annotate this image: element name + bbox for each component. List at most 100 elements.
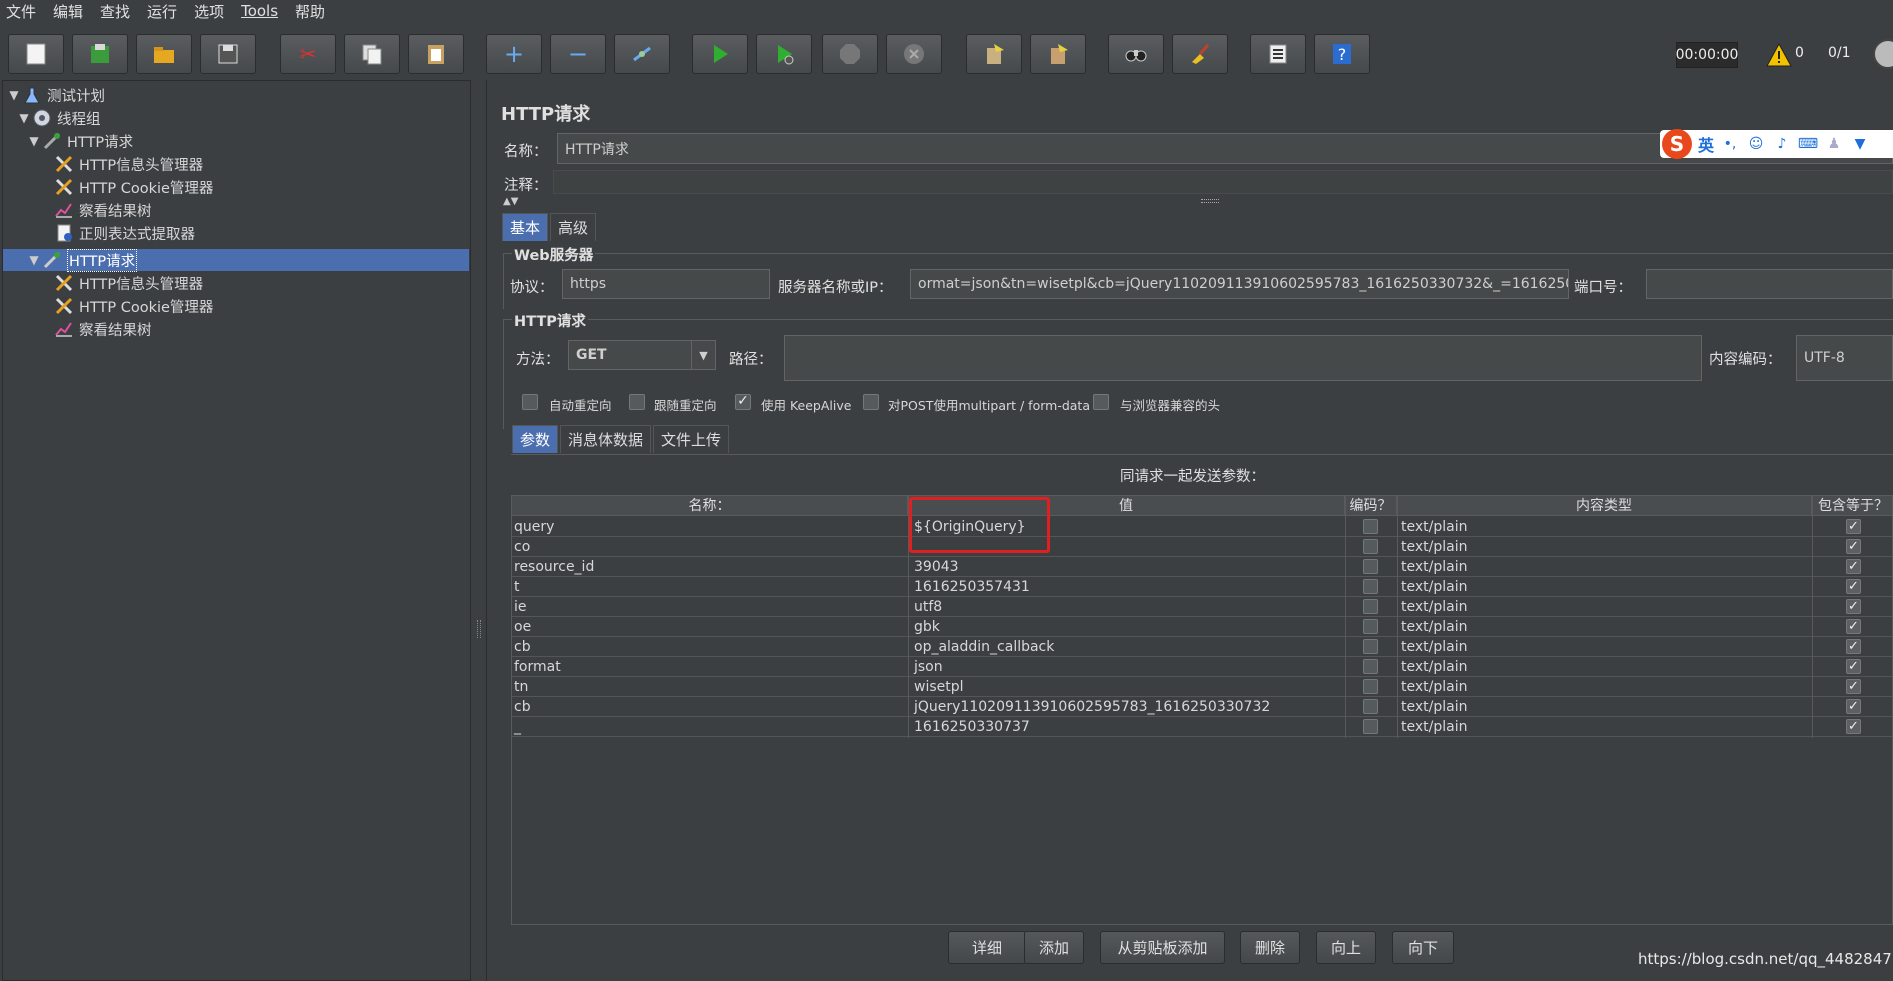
add-button[interactable]: 添加 (1024, 931, 1084, 964)
table-row[interactable]: resource_id 39043 text/plain ✓ (512, 557, 1892, 577)
param-name[interactable]: tn (512, 677, 908, 697)
column-name[interactable]: 名称： (512, 496, 908, 516)
include-equals-checkbox[interactable]: ✓ (1846, 539, 1861, 554)
param-content-type[interactable]: text/plain (1399, 577, 1809, 597)
include-equals-checkbox[interactable]: ✓ (1846, 619, 1861, 634)
keepalive-checkbox[interactable]: ✓ (735, 394, 751, 410)
collapse-all-button[interactable]: − (550, 34, 606, 74)
keyboard-icon[interactable]: ⌨ (1798, 135, 1818, 153)
browser-headers-checkbox[interactable] (1093, 394, 1109, 410)
move-up-button[interactable]: 向上 (1316, 931, 1376, 964)
tree-node-results-tree[interactable]: 察看结果树 (53, 318, 152, 340)
include-equals-checkbox[interactable]: ✓ (1846, 639, 1861, 654)
paste-button[interactable] (408, 34, 464, 74)
param-content-type[interactable]: text/plain (1399, 717, 1809, 737)
table-row[interactable]: format json text/plain ✓ (512, 657, 1892, 677)
param-name[interactable]: query (512, 517, 908, 537)
param-name[interactable]: ie (512, 597, 908, 617)
param-value[interactable]: wisetpl (912, 677, 1342, 697)
param-name[interactable]: format (512, 657, 908, 677)
toggle-button[interactable] (614, 34, 670, 74)
column-encode[interactable]: 编码？ (1345, 496, 1397, 516)
menu-tools[interactable]: Tools (241, 2, 278, 20)
param-value[interactable]: op_aladdin_callback (912, 637, 1342, 657)
encode-checkbox[interactable] (1363, 699, 1378, 714)
param-value[interactable]: json (912, 657, 1342, 677)
param-value[interactable]: 39043 (912, 557, 1342, 577)
move-down-button[interactable]: 向下 (1392, 931, 1454, 964)
tab-basic[interactable]: 基本 (502, 213, 549, 241)
tree-node-regex-extractor[interactable]: 正则表达式提取器 (53, 222, 195, 244)
encode-checkbox[interactable] (1363, 539, 1378, 554)
param-content-type[interactable]: text/plain (1399, 557, 1809, 577)
encode-checkbox[interactable] (1363, 659, 1378, 674)
param-value[interactable]: utf8 (912, 597, 1342, 617)
function-helper-button[interactable] (1250, 34, 1306, 74)
table-row[interactable]: cb op_aladdin_callback text/plain ✓ (512, 637, 1892, 657)
user-icon[interactable]: ♟ (1824, 135, 1844, 153)
path-input[interactable] (784, 335, 1702, 381)
clear-all-button[interactable] (1030, 34, 1086, 74)
warning-icon[interactable] (1766, 42, 1792, 68)
table-row[interactable]: co text/plain ✓ (512, 537, 1892, 557)
expand-toggle-icon[interactable]: ▼ (17, 111, 31, 125)
param-value[interactable]: jQuery110209113910602595783_161625033073… (912, 697, 1342, 717)
help-button[interactable]: ? (1314, 34, 1370, 74)
auto-redirect-checkbox[interactable] (522, 394, 538, 410)
follow-redirect-checkbox[interactable] (629, 394, 645, 410)
encode-checkbox[interactable] (1363, 619, 1378, 634)
detail-button[interactable]: 详细 (948, 931, 1026, 964)
tree-node-results-tree[interactable]: 察看结果树 (53, 199, 152, 221)
include-equals-checkbox[interactable]: ✓ (1846, 559, 1861, 574)
tree-node-cookie-manager[interactable]: HTTP Cookie管理器 (53, 295, 213, 317)
multipart-checkbox[interactable] (863, 394, 879, 410)
menu-options[interactable]: 选项 (194, 1, 224, 22)
collapse-arrows-icon[interactable]: ▲▼ (503, 196, 518, 207)
server-input[interactable]: ormat=json&tn=wisetpl&cb=jQuery110209113… (910, 269, 1569, 299)
expand-toggle-icon[interactable]: ▼ (27, 134, 41, 148)
param-name[interactable]: t (512, 577, 908, 597)
encode-checkbox[interactable] (1363, 679, 1378, 694)
search-button[interactable] (1108, 34, 1164, 74)
copy-button[interactable] (344, 34, 400, 74)
column-include-equals[interactable]: 包含等于？ (1812, 496, 1893, 516)
table-row[interactable]: ie utf8 text/plain ✓ (512, 597, 1892, 617)
encode-checkbox[interactable] (1363, 559, 1378, 574)
expand-toggle-icon[interactable]: ▼ (7, 88, 21, 102)
param-name[interactable]: cb (512, 637, 908, 657)
tree-node-cookie-manager[interactable]: HTTP Cookie管理器 (53, 176, 213, 198)
start-button[interactable] (692, 34, 748, 74)
menu-search[interactable]: 查找 (100, 1, 130, 22)
expand-all-button[interactable]: + (486, 34, 542, 74)
param-content-type[interactable]: text/plain (1399, 617, 1809, 637)
protocol-input[interactable]: https (562, 269, 770, 299)
tree-node-http-request-selected[interactable]: ▼ HTTP请求 (3, 248, 469, 272)
clear-button[interactable] (966, 34, 1022, 74)
splitter-grip[interactable] (477, 620, 481, 638)
menu-file[interactable]: 文件 (6, 1, 36, 22)
param-name[interactable]: cb (512, 697, 908, 717)
table-row[interactable]: _ 1616250330737 text/plain ✓ (512, 717, 1892, 737)
tree-node-header-manager[interactable]: HTTP信息头管理器 (53, 272, 203, 294)
table-row[interactable]: t 1616250357431 text/plain ✓ (512, 577, 1892, 597)
remote-globe-icon[interactable] (1873, 39, 1893, 69)
param-content-type[interactable]: text/plain (1399, 697, 1809, 717)
encode-checkbox[interactable] (1363, 579, 1378, 594)
tree-node-thread-group[interactable]: ▼ 线程组 (17, 107, 101, 129)
include-equals-checkbox[interactable]: ✓ (1846, 599, 1861, 614)
param-content-type[interactable]: text/plain (1399, 677, 1809, 697)
open-button[interactable] (136, 34, 192, 74)
start-no-pause-button[interactable] (756, 34, 812, 74)
tab-body-data[interactable]: 消息体数据 (560, 425, 652, 453)
encode-checkbox[interactable] (1363, 599, 1378, 614)
delete-button[interactable]: 删除 (1240, 931, 1300, 964)
param-content-type[interactable]: text/plain (1399, 537, 1809, 557)
table-row[interactable]: tn wisetpl text/plain ✓ (512, 677, 1892, 697)
param-content-type[interactable]: text/plain (1399, 637, 1809, 657)
menu-help[interactable]: 帮助 (295, 1, 325, 22)
port-input[interactable] (1646, 269, 1893, 299)
menu-run[interactable]: 运行 (147, 1, 177, 22)
include-equals-checkbox[interactable]: ✓ (1846, 719, 1861, 734)
shutdown-button[interactable] (886, 34, 942, 74)
param-name[interactable]: _ (512, 717, 908, 737)
